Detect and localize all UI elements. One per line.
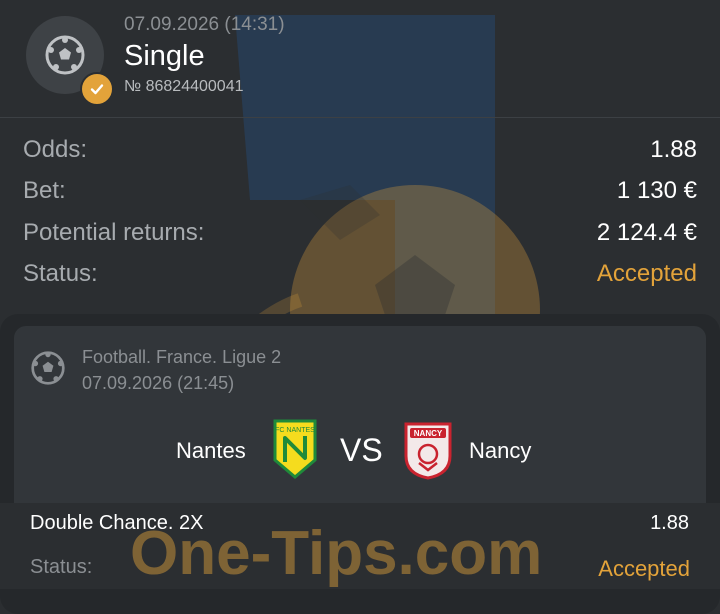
football-icon	[31, 351, 65, 385]
nancy-logo-text: NANCY	[414, 429, 443, 438]
selection-status-label: Status:	[30, 556, 93, 578]
odds-value: 1.88	[650, 136, 697, 163]
bet-label: Bet:	[23, 177, 66, 204]
event-date: 07.09.2026 (21:45)	[82, 373, 235, 393]
divider	[0, 117, 720, 118]
accepted-badge	[80, 72, 114, 106]
nantes-logo-text: FC NANTES	[275, 427, 315, 434]
bet-value: 1 130 €	[616, 177, 697, 204]
returns-value: 2 124.4 €	[596, 219, 697, 246]
check-icon	[90, 84, 104, 95]
ticket-date: 07.09.2026 (14:31)	[124, 14, 285, 35]
odds-label: Odds:	[23, 136, 88, 163]
home-team: Nantes	[176, 438, 246, 463]
selection-status-value: Accepted	[598, 556, 690, 581]
nantes-logo: FC NANTES	[273, 419, 317, 479]
returns-label: Potential returns:	[23, 219, 205, 246]
away-team: Nancy	[469, 438, 532, 463]
football-icon	[45, 35, 85, 75]
ticket-type: Single	[124, 40, 205, 72]
status-label: Status:	[23, 260, 98, 287]
nancy-logo: NANCY	[404, 422, 452, 480]
event-league: Football. France. Ligue 2	[82, 347, 282, 367]
selection-odds: 1.88	[650, 512, 689, 534]
ticket-number: № 86824400041	[124, 78, 244, 95]
selection-pick: Double Chance. 2X	[30, 512, 204, 534]
versus-label: VS	[340, 432, 383, 468]
status-value: Accepted	[596, 260, 697, 287]
ticket-header: 07.09.2026 (14:31) Single № 86824400041	[0, 0, 720, 118]
